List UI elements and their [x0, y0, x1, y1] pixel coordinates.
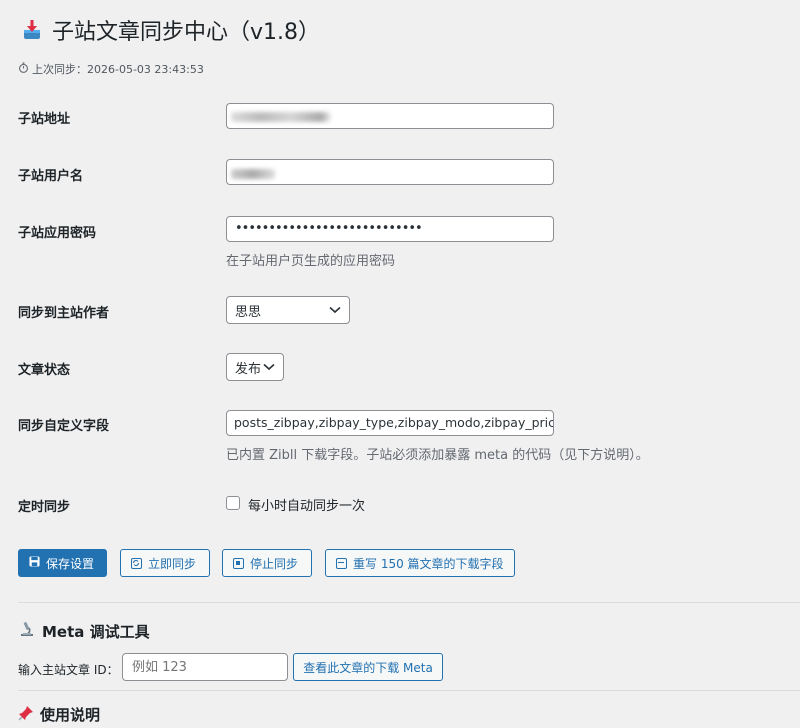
- cron-checkbox[interactable]: [226, 496, 240, 510]
- page-title-text: 子站文章同步中心（v1.8）: [52, 20, 321, 45]
- section-divider: [18, 602, 800, 603]
- last-sync-text: 上次同步：2026-05-03 23:43:53: [32, 63, 204, 76]
- view-download-meta-label: 查看此文章的下载 Meta: [303, 660, 433, 675]
- section-divider: [18, 690, 800, 691]
- rewrite-download-fields-button[interactable]: 重写 150 篇文章的下载字段: [325, 549, 515, 577]
- save-settings-button[interactable]: 保存设置: [18, 549, 107, 577]
- post-status-select[interactable]: 发布: [226, 353, 284, 381]
- redacted-value: [231, 169, 275, 179]
- save-settings-label: 保存设置: [46, 556, 95, 571]
- custom-fields-input[interactable]: posts_zibpay,zibpay_type,zibpay_modo,zib…: [226, 410, 554, 436]
- chevron-down-icon: [263, 360, 275, 375]
- app-password-label: 子站应用密码: [18, 226, 97, 241]
- view-download-meta-button[interactable]: 查看此文章的下载 Meta: [293, 653, 443, 681]
- refresh-icon: [131, 557, 142, 569]
- last-sync-info: 上次同步：2026-05-03 23:43:53: [18, 61, 204, 77]
- cron-checkbox-label[interactable]: 每小时自动同步一次: [248, 495, 365, 514]
- sync-now-button[interactable]: 立即同步: [120, 549, 210, 577]
- site-url-label: 子站地址: [18, 112, 71, 127]
- rewrite-icon: [336, 557, 347, 569]
- microscope-icon: [18, 620, 36, 642]
- post-id-input[interactable]: [122, 653, 288, 681]
- username-input[interactable]: [226, 159, 554, 185]
- site-url-input[interactable]: [226, 103, 554, 129]
- author-selected-value: 思思: [235, 304, 262, 320]
- meta-debug-title-text: Meta 调试工具: [42, 622, 150, 641]
- inbox-tray-icon: [22, 18, 42, 42]
- floppy-disk-icon: [29, 556, 40, 570]
- stopwatch-icon: [18, 62, 29, 76]
- stop-icon: [233, 557, 244, 569]
- rewrite-download-fields-label: 重写 150 篇文章的下载字段: [353, 556, 504, 571]
- post-id-label: 输入主站文章 ID：: [18, 663, 119, 677]
- app-password-input[interactable]: ••••••••••••••••••••••••••••: [226, 216, 554, 242]
- author-select[interactable]: 思思: [226, 296, 350, 324]
- sync-now-label: 立即同步: [148, 556, 197, 571]
- username-label: 子站用户名: [18, 169, 84, 184]
- stop-sync-label: 停止同步: [250, 556, 299, 571]
- redacted-value: [231, 112, 331, 122]
- custom-fields-label: 同步自定义字段: [18, 419, 110, 434]
- usage-title: 使用说明: [18, 704, 100, 725]
- custom-fields-description: 已内置 Zibll 下载字段。子站必须添加暴露 meta 的代码（见下方说明）。: [226, 448, 649, 463]
- stop-sync-button[interactable]: 停止同步: [222, 549, 312, 577]
- page-title: 子站文章同步中心（v1.8）: [22, 14, 320, 46]
- cron-label: 定时同步: [18, 500, 71, 515]
- chevron-down-icon: [329, 303, 341, 318]
- post-status-label: 文章状态: [18, 363, 71, 378]
- post-status-selected-value: 发布: [235, 361, 262, 377]
- pushpin-icon: [18, 705, 34, 725]
- app-password-description: 在子站用户页生成的应用密码: [226, 254, 396, 269]
- author-label: 同步到主站作者: [18, 306, 110, 321]
- usage-title-text: 使用说明: [40, 706, 101, 724]
- meta-debug-title: Meta 调试工具: [18, 620, 150, 642]
